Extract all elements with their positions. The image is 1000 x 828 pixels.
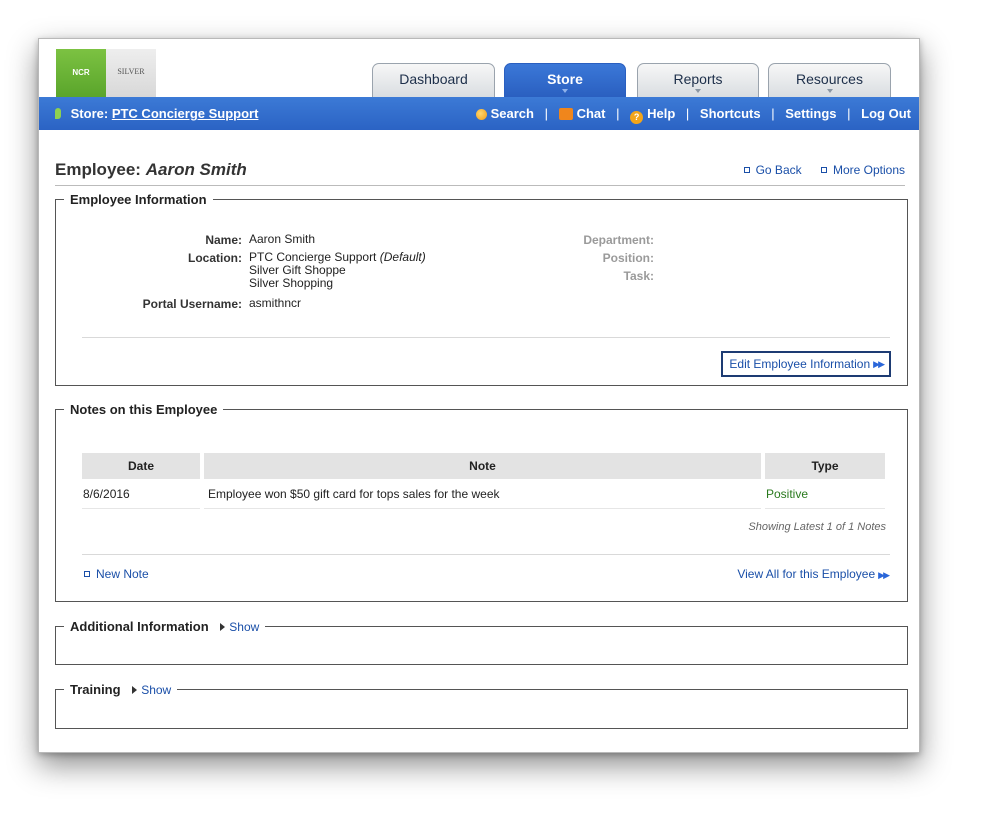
show-training-link[interactable]: Show — [141, 683, 171, 697]
new-note-link[interactable]: New Note — [84, 567, 149, 581]
more-options-link[interactable]: More Options — [820, 163, 905, 177]
notes-section: Notes on this Employee Date Note Type 8/… — [55, 402, 908, 602]
default-tag: (Default) — [379, 250, 426, 264]
edit-employee-label: Edit Employee Information — [729, 357, 871, 371]
settings-link[interactable]: Settings — [785, 106, 836, 121]
column-header-note[interactable]: Note — [204, 453, 761, 479]
square-bullet-icon — [743, 167, 750, 173]
table-header-row: Date Note Type — [82, 453, 885, 479]
separator: | — [771, 106, 775, 121]
store-name-link[interactable]: PTC Concierge Support — [112, 106, 259, 121]
location-label: Location: — [188, 251, 242, 265]
chevron-down-icon — [695, 89, 701, 93]
ncr-logo-text: NCR — [72, 68, 90, 77]
go-back-link[interactable]: Go Back — [743, 163, 802, 177]
new-note-label: New Note — [96, 567, 149, 581]
column-header-type[interactable]: Type — [765, 453, 885, 479]
name-label: Name: — [205, 233, 242, 247]
tab-label: Reports — [673, 71, 723, 87]
location-pin-icon — [55, 108, 61, 119]
separator: | — [616, 106, 620, 121]
tab-label: Store — [547, 71, 583, 87]
table-row[interactable]: 8/6/2016 Employee won $50 gift card for … — [82, 479, 885, 509]
name-value: Aaron Smith — [249, 232, 316, 246]
help-icon: ? — [630, 111, 644, 124]
more-options-label: More Options — [832, 163, 905, 177]
search-link[interactable]: Search — [491, 106, 534, 121]
help-link[interactable]: Help — [647, 106, 675, 121]
section-legend: Notes on this Employee — [70, 402, 218, 417]
ncr-logo[interactable]: NCR — [56, 49, 106, 97]
notes-count: Showing Latest 1 of 1 Notes — [748, 521, 886, 533]
tab-label: Dashboard — [399, 71, 468, 87]
store-prefix: Store: — [70, 106, 109, 121]
username-value: asmithncr — [249, 296, 302, 310]
store-indicator: Store: PTC Concierge Support — [55, 106, 258, 121]
username-label: Portal Username: — [142, 297, 242, 311]
training-section: Training Show — [55, 682, 908, 729]
view-all-label: View All for this Employee — [737, 567, 876, 581]
notes-table: Date Note Type 8/6/2016 Employee won $50… — [78, 453, 889, 509]
edit-employee-button[interactable]: Edit Employee Information ▶▶ — [721, 351, 891, 377]
additional-information-section: Additional Information Show — [55, 619, 908, 665]
show-additional-link[interactable]: Show — [229, 620, 259, 634]
task-label: Task: — [623, 269, 654, 283]
location-value: PTC Concierge Support — [249, 250, 377, 264]
expand-arrow-icon — [132, 686, 138, 694]
page-title-prefix: Employee: — [55, 160, 141, 179]
silver-logo-text: SILVER — [117, 67, 145, 76]
divider — [55, 185, 905, 186]
tab-label: Resources — [796, 71, 863, 87]
section-title: Training — [70, 682, 121, 697]
double-arrow-icon: ▶▶ — [878, 570, 890, 580]
silver-logo[interactable]: SILVER — [106, 49, 156, 97]
page-title: Employee: Aaron Smith — [55, 160, 247, 180]
go-back-label: Go Back — [755, 163, 802, 177]
column-header-date[interactable]: Date — [82, 453, 200, 479]
separator: | — [847, 106, 851, 121]
tab-reports[interactable]: Reports — [637, 63, 759, 97]
note-text: Employee won $50 gift card for tops sale… — [204, 479, 761, 509]
section-title: Additional Information — [70, 619, 209, 634]
note-type: Positive — [765, 479, 885, 509]
header: NCR SILVER Dashboard Store Reports Resou… — [39, 39, 919, 97]
double-arrow-icon: ▶▶ — [873, 358, 885, 369]
note-date: 8/6/2016 — [82, 479, 200, 509]
utility-links: Search | Chat | ? Help | Shortcuts | Sett… — [475, 106, 911, 124]
view-all-notes-link[interactable]: View All for this Employee ▶▶ — [737, 567, 890, 581]
tab-store[interactable]: Store — [504, 63, 626, 97]
chat-link[interactable]: Chat — [577, 106, 606, 121]
chat-icon — [558, 108, 573, 120]
search-icon — [475, 109, 487, 120]
app-window: NCR SILVER Dashboard Store Reports Resou… — [38, 38, 920, 753]
square-bullet-icon — [820, 167, 827, 173]
chevron-down-icon — [826, 89, 833, 93]
section-legend: Additional Information Show — [64, 619, 265, 634]
separator: | — [544, 106, 548, 121]
logout-link[interactable]: Log Out — [861, 106, 911, 121]
tab-dashboard[interactable]: Dashboard — [372, 63, 495, 97]
location-value: Silver Shopping — [249, 276, 334, 290]
separator: | — [685, 106, 690, 121]
employee-name-heading: Aaron Smith — [145, 160, 247, 179]
divider — [82, 554, 890, 555]
department-label: Department: — [583, 233, 654, 247]
square-bullet-icon — [84, 571, 90, 577]
position-label: Position: — [602, 251, 654, 265]
section-legend: Employee Information — [70, 192, 207, 207]
tab-resources[interactable]: Resources — [768, 63, 891, 97]
store-navbar: Store: PTC Concierge Support Search | Ch… — [39, 97, 919, 130]
page-actions: Go Back More Options — [728, 163, 905, 177]
employee-information-section: Employee Information Name: Aaron Smith L… — [55, 192, 908, 386]
expand-arrow-icon — [220, 623, 226, 631]
section-legend: Training Show — [64, 682, 177, 697]
divider — [82, 337, 890, 338]
chevron-down-icon — [562, 89, 568, 93]
shortcuts-link[interactable]: Shortcuts — [700, 106, 761, 121]
